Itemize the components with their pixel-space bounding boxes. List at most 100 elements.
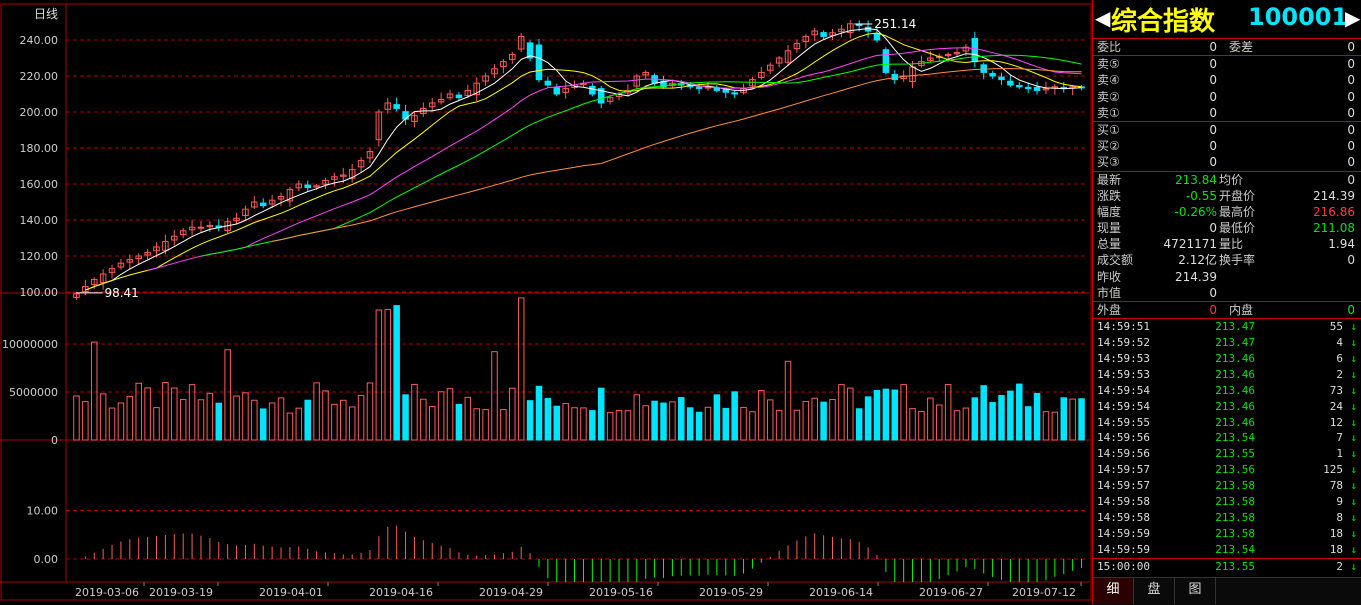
volume-bar bbox=[1024, 406, 1032, 441]
volume-bar bbox=[393, 305, 400, 441]
price-tick-label: 160.00 bbox=[20, 178, 59, 191]
bid-level-row: 买③ 0 0 bbox=[1097, 155, 1355, 170]
ask-level-row: 卖② 0 0 bbox=[1097, 89, 1355, 104]
volume-bar bbox=[758, 390, 765, 441]
tab-detail[interactable]: 细 bbox=[1093, 578, 1134, 604]
volume-bar bbox=[909, 408, 916, 441]
prev-arrow-icon[interactable]: ◀ bbox=[1095, 6, 1110, 30]
candle-body bbox=[1033, 87, 1041, 91]
candle-body bbox=[589, 85, 596, 95]
volume-bar bbox=[847, 387, 854, 441]
price-tick-label: 140.00 bbox=[20, 214, 59, 227]
price-tick-label: 180.00 bbox=[20, 142, 59, 155]
ask-level-row: 卖① 0 0 bbox=[1097, 105, 1355, 120]
tick-row: 14:59:53 213.46 6 ↓ bbox=[1097, 351, 1357, 365]
volume-bar bbox=[642, 405, 649, 441]
volume-bar bbox=[144, 387, 151, 441]
panel-tabs: 细 盘 图 bbox=[1093, 577, 1361, 605]
down-arrow-icon: ↓ bbox=[1350, 447, 1357, 461]
volume-bar bbox=[838, 384, 845, 441]
stat-row: 涨跌 -0.55 开盘价 214.39 bbox=[1097, 188, 1355, 203]
tick-row: 14:59:59 213.58 18 ↓ bbox=[1097, 526, 1357, 540]
volume-bar bbox=[517, 297, 525, 441]
candle-body bbox=[731, 92, 738, 95]
tick-list[interactable]: 14:59:51 213.47 55 ↓ 14:59:52 213.47 4 ↓ 14:59:5… bbox=[1093, 319, 1361, 590]
volume-bar bbox=[704, 406, 712, 441]
volume-bar bbox=[259, 408, 267, 441]
volume-bar bbox=[962, 407, 970, 441]
candle-body bbox=[989, 72, 996, 77]
volume-bar bbox=[357, 394, 365, 441]
tick-row: 14:59:56 213.55 1 ↓ bbox=[1097, 447, 1357, 461]
tick-row: 15:00:00 213.55 2 ↓ bbox=[1097, 559, 1357, 573]
volume-bar bbox=[891, 389, 899, 441]
stat-row: 成交额 2.12亿 换手率 0 bbox=[1097, 253, 1355, 268]
quote-panel: ◀ 综合指数 100001 ▶ 委比 0 委差 0 卖⑤ 0 0 卖④ 0 0 卖② 0 0 卖①… bbox=[1092, 0, 1361, 605]
volume-bar bbox=[580, 407, 587, 441]
volume-bar bbox=[998, 395, 1005, 441]
date-label: 2019-07-12 bbox=[1012, 586, 1076, 599]
volume-bar bbox=[420, 398, 427, 441]
volume-bar bbox=[153, 407, 160, 441]
volume-bar bbox=[562, 403, 569, 441]
tick-row: 14:59:58 213.58 9 ↓ bbox=[1097, 494, 1357, 508]
macd-tick-label: 0.00 bbox=[34, 553, 59, 566]
volume-bar bbox=[606, 412, 614, 441]
volume-bar bbox=[464, 396, 472, 441]
volume-bar bbox=[509, 387, 516, 441]
volume-bar bbox=[918, 410, 925, 441]
stat-row: 市值 0 bbox=[1097, 285, 1217, 300]
volume-bar bbox=[544, 398, 552, 441]
volume-bar bbox=[428, 406, 436, 441]
macd-tick-label: 10.00 bbox=[27, 505, 59, 518]
down-arrow-icon: ↓ bbox=[1350, 383, 1357, 397]
volume-bar bbox=[633, 394, 641, 441]
tick-row: 14:59:52 213.47 4 ↓ bbox=[1097, 336, 1357, 350]
volume-bar bbox=[162, 382, 169, 441]
volume-bar bbox=[500, 409, 507, 441]
tick-row: 14:59:57 213.58 78 ↓ bbox=[1097, 479, 1357, 493]
volume-bar bbox=[126, 396, 134, 441]
down-arrow-icon: ↓ bbox=[1350, 399, 1357, 413]
volume-bar bbox=[589, 410, 596, 441]
candle-body bbox=[259, 202, 267, 207]
tick-row: 14:59:51 213.47 55 ↓ bbox=[1097, 320, 1357, 334]
volume-bar bbox=[811, 397, 818, 441]
volume-bar bbox=[935, 404, 943, 441]
low-price-marker: 98.41 bbox=[104, 286, 138, 300]
volume-tick-label: 0 bbox=[51, 434, 58, 447]
volume-bar bbox=[286, 412, 294, 441]
tab-orderbook[interactable]: 盘 bbox=[1134, 578, 1175, 604]
volume-bar bbox=[304, 399, 311, 441]
kline-chart[interactable]: 日线 240.00 220.00 200.00 180.00 160.00 140.00 12… bbox=[0, 0, 1092, 604]
volume-bar bbox=[446, 388, 454, 441]
volume-bar bbox=[873, 389, 881, 441]
volume-bar bbox=[108, 407, 116, 441]
volume-bar bbox=[331, 403, 338, 441]
price-tick-label: 100.00 bbox=[20, 286, 59, 299]
next-arrow-icon[interactable]: ▶ bbox=[1345, 6, 1360, 30]
ask-level-row: 卖④ 0 0 bbox=[1097, 73, 1355, 88]
quote-title-bar: ◀ 综合指数 100001 ▶ bbox=[1093, 0, 1361, 39]
volume-bar bbox=[1016, 383, 1023, 441]
volume-bar bbox=[597, 387, 605, 441]
volume-bar bbox=[980, 385, 987, 441]
stat-row: 最新 213.84 均价 0 bbox=[1097, 172, 1355, 187]
kline-chart-area[interactable]: 日线 240.00 220.00 200.00 180.00 160.00 140.00 12… bbox=[0, 0, 1092, 604]
volume-bar bbox=[829, 398, 836, 441]
volume-bar bbox=[437, 391, 445, 441]
tick-row: 14:59:56 213.54 7 ↓ bbox=[1097, 431, 1357, 445]
volume-bar bbox=[206, 392, 214, 441]
down-arrow-icon: ↓ bbox=[1350, 494, 1357, 508]
volume-bar bbox=[740, 406, 747, 441]
volume-bar bbox=[313, 382, 320, 441]
candle-body bbox=[695, 86, 703, 90]
tab-chart[interactable]: 图 bbox=[1175, 578, 1216, 604]
candle-body bbox=[882, 49, 890, 73]
volume-bar bbox=[624, 410, 632, 441]
stat-row: 现量 0 最低价 211.08 bbox=[1097, 221, 1355, 236]
price-tick-label: 200.00 bbox=[20, 106, 59, 119]
volume-bar bbox=[713, 394, 721, 441]
down-arrow-icon: ↓ bbox=[1350, 510, 1357, 524]
quote-stats: 最新 213.84 均价 0 涨跌 -0.55 开盘价 214.39 幅度 -0.26% 最高价 21… bbox=[1093, 172, 1361, 302]
